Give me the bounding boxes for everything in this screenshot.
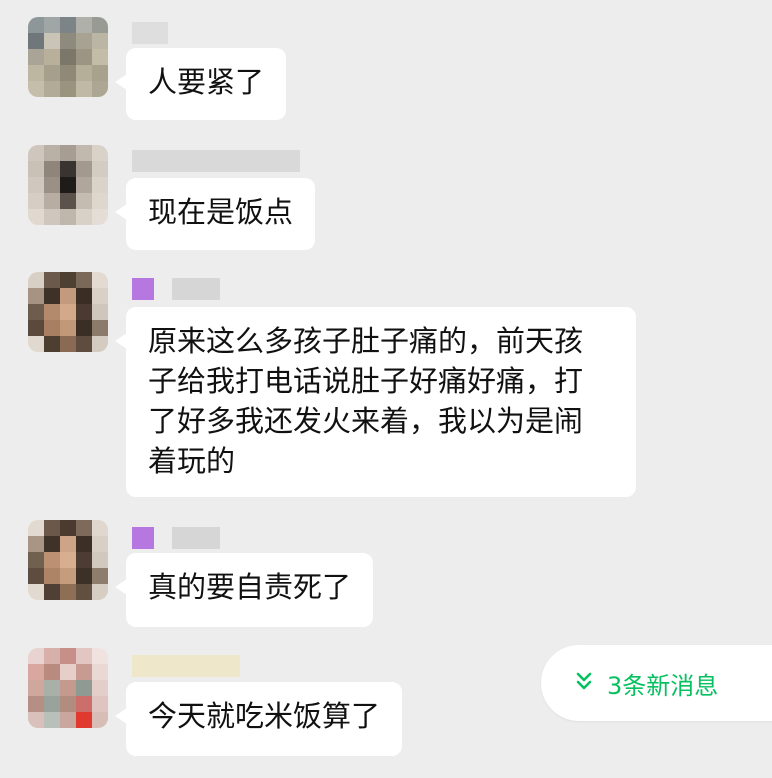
new-messages-button[interactable]: 3条新消息 xyxy=(541,645,772,721)
chat-area: 人要紧了 现在是饭点 原来这么多孩子肚子痛的，前天孩 子给我打电话说肚子好痛好痛… xyxy=(0,0,772,778)
sender-name xyxy=(132,150,300,172)
message-bubble[interactable]: 人要紧了 xyxy=(114,48,287,120)
new-messages-label: 3条新消息 xyxy=(607,671,719,700)
message-bubble[interactable]: 原来这么多孩子肚子痛的，前天孩 子给我打电话说肚子好痛好痛，打 了好多我还发火来… xyxy=(115,307,636,497)
avatar[interactable] xyxy=(28,272,108,352)
avatar[interactable] xyxy=(28,145,108,225)
chevron-double-down-icon xyxy=(575,671,593,694)
avatar[interactable] xyxy=(28,17,108,97)
sender-name xyxy=(132,22,168,44)
sender-name xyxy=(132,278,220,300)
message-bubble[interactable]: 今天就吃米饭算了 xyxy=(114,682,403,756)
sender-name xyxy=(132,655,240,677)
message-bubble[interactable]: 现在是饭点 xyxy=(114,178,316,250)
avatar[interactable] xyxy=(28,520,108,600)
avatar[interactable] xyxy=(28,648,108,728)
message-bubble[interactable]: 真的要自责死了 xyxy=(114,553,374,627)
sender-name xyxy=(132,527,220,549)
